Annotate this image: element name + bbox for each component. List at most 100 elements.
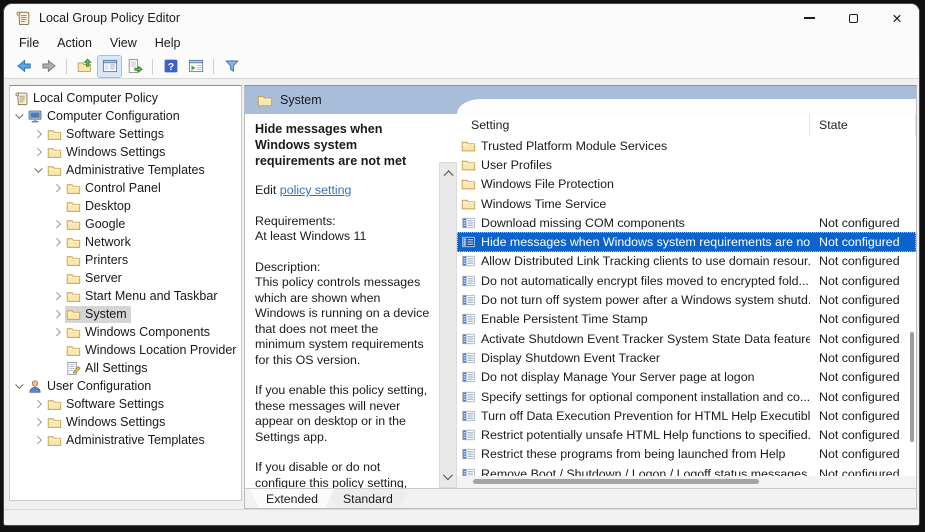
upfolder-button[interactable] [73, 56, 96, 77]
filter-button[interactable] [220, 56, 243, 77]
tree-item[interactable]: Google [10, 215, 241, 233]
tree-item[interactable]: Software Settings [10, 395, 241, 413]
menu-item[interactable]: Help [146, 34, 190, 52]
view-tab[interactable]: Extended [250, 489, 334, 508]
menu-item[interactable]: View [101, 34, 146, 52]
horizontal-scrollbar-thumb[interactable] [473, 479, 759, 484]
tree-item[interactable]: Start Menu and Taskbar [10, 287, 241, 305]
folder-icon [461, 139, 476, 153]
chevron-icon[interactable] [51, 293, 65, 299]
setting-name: Remove Boot / Shutdown / Logon / Logoff … [481, 467, 810, 476]
list-item[interactable]: User Profiles [457, 155, 916, 174]
list-item[interactable]: Turn off Data Execution Prevention for H… [457, 406, 916, 425]
console2-button[interactable] [184, 56, 207, 77]
chevron-icon[interactable] [51, 311, 65, 317]
tree-item[interactable]: Desktop [10, 197, 241, 215]
chevron-icon[interactable] [51, 203, 65, 209]
chevron-icon[interactable] [32, 131, 46, 137]
list-item[interactable]: Activate Shutdown Event Tracker System S… [457, 329, 916, 348]
list-item[interactable]: Allow Distributed Link Tracking clients … [457, 252, 916, 271]
chevron-icon[interactable] [51, 239, 65, 245]
tree-item[interactable]: Windows Settings [10, 143, 241, 161]
list-item[interactable]: Download missing COM components Not conf… [457, 213, 916, 232]
tree-item[interactable]: Local Computer Policy [10, 89, 241, 107]
tree-item[interactable]: System [10, 305, 241, 323]
chevron-icon[interactable] [32, 437, 46, 443]
menu-item[interactable]: Action [48, 34, 101, 52]
status-bar [4, 509, 919, 525]
setting-state: Not configured [810, 274, 916, 288]
tree-item-label: Desktop [85, 199, 131, 213]
list-item[interactable]: Specify settings for optional component … [457, 387, 916, 406]
list-vertical-scrollbar-thumb[interactable] [910, 332, 914, 442]
horizontal-scrollbar[interactable] [457, 476, 916, 488]
toolbar-button[interactable] [213, 59, 214, 74]
policy-setting-link[interactable]: policy setting [280, 183, 352, 197]
list-item[interactable]: Do not turn off system power after a Win… [457, 290, 916, 309]
toolbar-button[interactable] [152, 59, 153, 74]
tree-item[interactable]: Windows Location Provider [10, 341, 241, 359]
list-item[interactable]: Trusted Platform Module Services [457, 136, 916, 155]
tree-item[interactable]: Printers [10, 251, 241, 269]
column-header-setting[interactable]: Setting [457, 114, 810, 136]
tree-item[interactable]: Windows Components [10, 323, 241, 341]
policy-icon [461, 312, 476, 326]
setting-name: Specify settings for optional component … [481, 390, 810, 404]
chevron-icon[interactable] [13, 115, 27, 118]
list-item[interactable]: Do not automatically encrypt files moved… [457, 271, 916, 290]
folder-icon [66, 325, 81, 340]
menu-item[interactable]: File [10, 34, 48, 52]
chevron-icon[interactable] [51, 257, 65, 263]
chevron-icon[interactable] [51, 275, 65, 281]
tree-item[interactable]: Administrative Templates [10, 431, 241, 449]
description-scrollbar[interactable] [439, 162, 457, 488]
export-button[interactable] [123, 56, 146, 77]
list-item[interactable]: Remove Boot / Shutdown / Logon / Logoff … [457, 464, 916, 476]
scroll-up-icon[interactable] [443, 168, 453, 178]
tree-item-label: All Settings [85, 361, 148, 375]
setting-name: Windows File Protection [481, 177, 810, 191]
forward-button[interactable] [37, 56, 60, 77]
tree-item[interactable]: Administrative Templates [10, 161, 241, 179]
folder-icon [66, 217, 81, 232]
column-header-state[interactable]: State [810, 114, 916, 136]
tree-item[interactable]: Network [10, 233, 241, 251]
pane-header-title: System [280, 93, 322, 107]
list-item[interactable]: Display Shutdown Event Tracker Not confi… [457, 348, 916, 367]
chevron-icon[interactable] [32, 169, 46, 172]
tree-item[interactable]: Windows Settings [10, 413, 241, 431]
minimize-button[interactable] [787, 4, 831, 32]
view-tab[interactable]: Standard [327, 489, 409, 508]
chevron-icon[interactable] [51, 365, 65, 371]
help-button[interactable] [159, 56, 182, 77]
chevron-icon[interactable] [51, 221, 65, 227]
chevron-icon[interactable] [32, 401, 46, 407]
toolbar-button[interactable] [66, 59, 67, 74]
back-button[interactable] [12, 56, 35, 77]
tree-item[interactable]: User Configuration [10, 377, 241, 395]
console-button[interactable] [98, 56, 121, 77]
chevron-icon[interactable] [51, 347, 65, 353]
chevron-icon[interactable] [51, 185, 65, 191]
list-item[interactable]: Windows File Protection [457, 175, 916, 194]
list-item[interactable]: Do not display Manage Your Server page a… [457, 368, 916, 387]
list-item[interactable]: Restrict these programs from being launc… [457, 445, 916, 464]
tree-item[interactable]: Control Panel [10, 179, 241, 197]
folder-icon [66, 235, 81, 250]
chevron-icon[interactable] [32, 419, 46, 425]
scroll-down-icon[interactable] [443, 472, 453, 482]
list-item[interactable]: Enable Persistent Time Stamp Not configu… [457, 310, 916, 329]
chevron-icon[interactable] [13, 385, 27, 388]
list-item[interactable]: Restrict potentially unsafe HTML Help fu… [457, 425, 916, 444]
maximize-button[interactable] [831, 4, 875, 32]
tree-item[interactable]: Server [10, 269, 241, 287]
tree-item[interactable]: All Settings [10, 359, 241, 377]
tree-item[interactable]: Software Settings [10, 125, 241, 143]
console-icon [102, 58, 118, 74]
list-item[interactable]: Windows Time Service [457, 194, 916, 213]
chevron-icon[interactable] [32, 149, 46, 155]
list-item[interactable]: Hide messages when Windows system requir… [457, 232, 916, 251]
chevron-icon[interactable] [51, 329, 65, 335]
tree-item[interactable]: Computer Configuration [10, 107, 241, 125]
close-button[interactable] [875, 4, 919, 32]
